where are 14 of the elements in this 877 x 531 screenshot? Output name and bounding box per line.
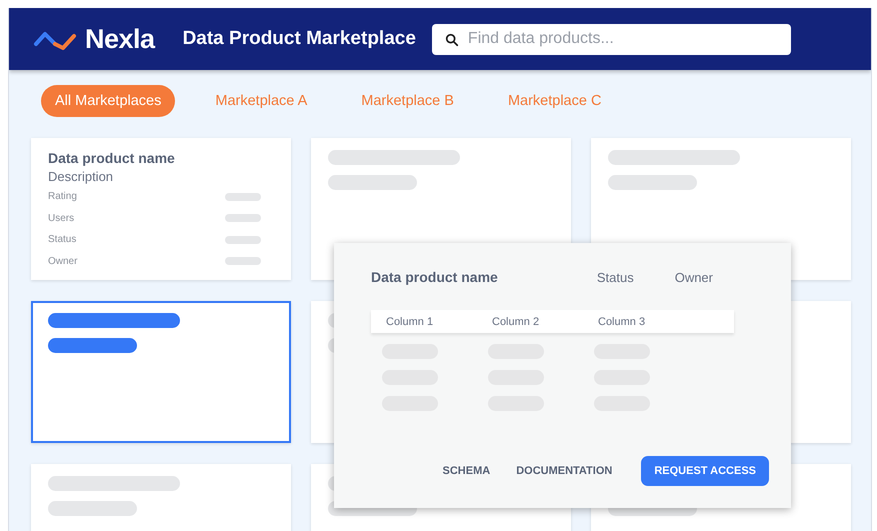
- field-label: Rating: [48, 191, 77, 202]
- field-label: Owner: [48, 256, 78, 267]
- page-title: Data Product Marketplace: [182, 28, 416, 50]
- brand-name: Nexla: [85, 24, 155, 54]
- product-name: Data product name: [371, 269, 499, 285]
- product-description: Description: [48, 169, 114, 184]
- meta-label: Status: [596, 270, 634, 284]
- meta-label: Owner: [674, 270, 713, 284]
- column-header: Column 2: [492, 316, 540, 328]
- field-label: Status: [48, 234, 76, 246]
- column-header: Column 1: [386, 316, 434, 328]
- column-header: Column 3: [598, 316, 646, 328]
- field-label: Users: [48, 212, 74, 224]
- product-name: Data product name: [48, 150, 176, 166]
